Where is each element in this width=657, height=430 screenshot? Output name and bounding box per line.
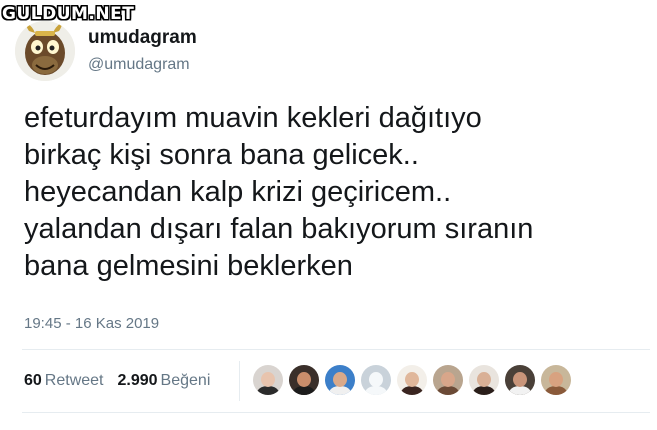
avatar-body-shape (293, 386, 315, 395)
liker-avatar-6[interactable] (433, 365, 463, 395)
avatar-face-shape (549, 372, 563, 387)
liker-avatar-7[interactable] (469, 365, 499, 395)
liker-avatar-2[interactable] (289, 365, 319, 395)
avatar-face-shape (477, 372, 491, 387)
avatar-face-shape (513, 372, 527, 387)
site-watermark: GULDUM.NET (2, 4, 135, 24)
avatar-body-shape (473, 386, 495, 395)
avatar-body-shape (401, 386, 423, 395)
like-stat[interactable]: 2.990 Beğeni (118, 372, 211, 390)
like-label: Beğeni (160, 372, 211, 389)
divider (22, 412, 650, 413)
retweet-stat[interactable]: 60 Retweet (24, 372, 104, 390)
liker-avatar-3[interactable] (325, 365, 355, 395)
engagement-stats: 60 Retweet 2.990 Beğeni (24, 372, 210, 390)
avatar-body-shape (329, 386, 351, 395)
liker-avatar-5[interactable] (397, 365, 427, 395)
user-handle[interactable]: @umudagram (88, 56, 190, 74)
liker-avatar-8[interactable] (505, 365, 535, 395)
liker-avatars (253, 365, 571, 395)
retweet-label: Retweet (44, 372, 104, 389)
liker-avatar-1[interactable] (253, 365, 283, 395)
liker-avatar-9[interactable] (541, 365, 571, 395)
tweet-timestamp[interactable]: 19:45 - 16 Kas 2019 (24, 315, 159, 332)
divider (22, 349, 650, 350)
avatar-face-shape (297, 372, 311, 387)
like-count: 2.990 (117, 372, 158, 389)
cartoon-horse-avatar-icon (15, 21, 75, 81)
avatar-body-shape (365, 386, 387, 395)
avatar-body-shape (257, 386, 279, 395)
avatar-body-shape (509, 386, 531, 395)
avatar-face-shape (261, 372, 275, 387)
avatar[interactable] (15, 21, 75, 81)
avatar-body-shape (437, 386, 459, 395)
display-name[interactable]: umudagram (88, 27, 197, 49)
avatar-face-shape (441, 372, 455, 387)
tweet-text: efeturdayım muavin kekleri dağıtıyo birk… (24, 102, 534, 282)
avatar-body-shape (545, 386, 567, 395)
stats-separator (239, 361, 240, 401)
avatar-face-shape (405, 372, 419, 387)
liker-avatar-4[interactable] (361, 365, 391, 395)
avatar-face-shape (333, 372, 347, 387)
avatar-face-shape (369, 372, 383, 387)
retweet-count: 60 (24, 372, 42, 389)
